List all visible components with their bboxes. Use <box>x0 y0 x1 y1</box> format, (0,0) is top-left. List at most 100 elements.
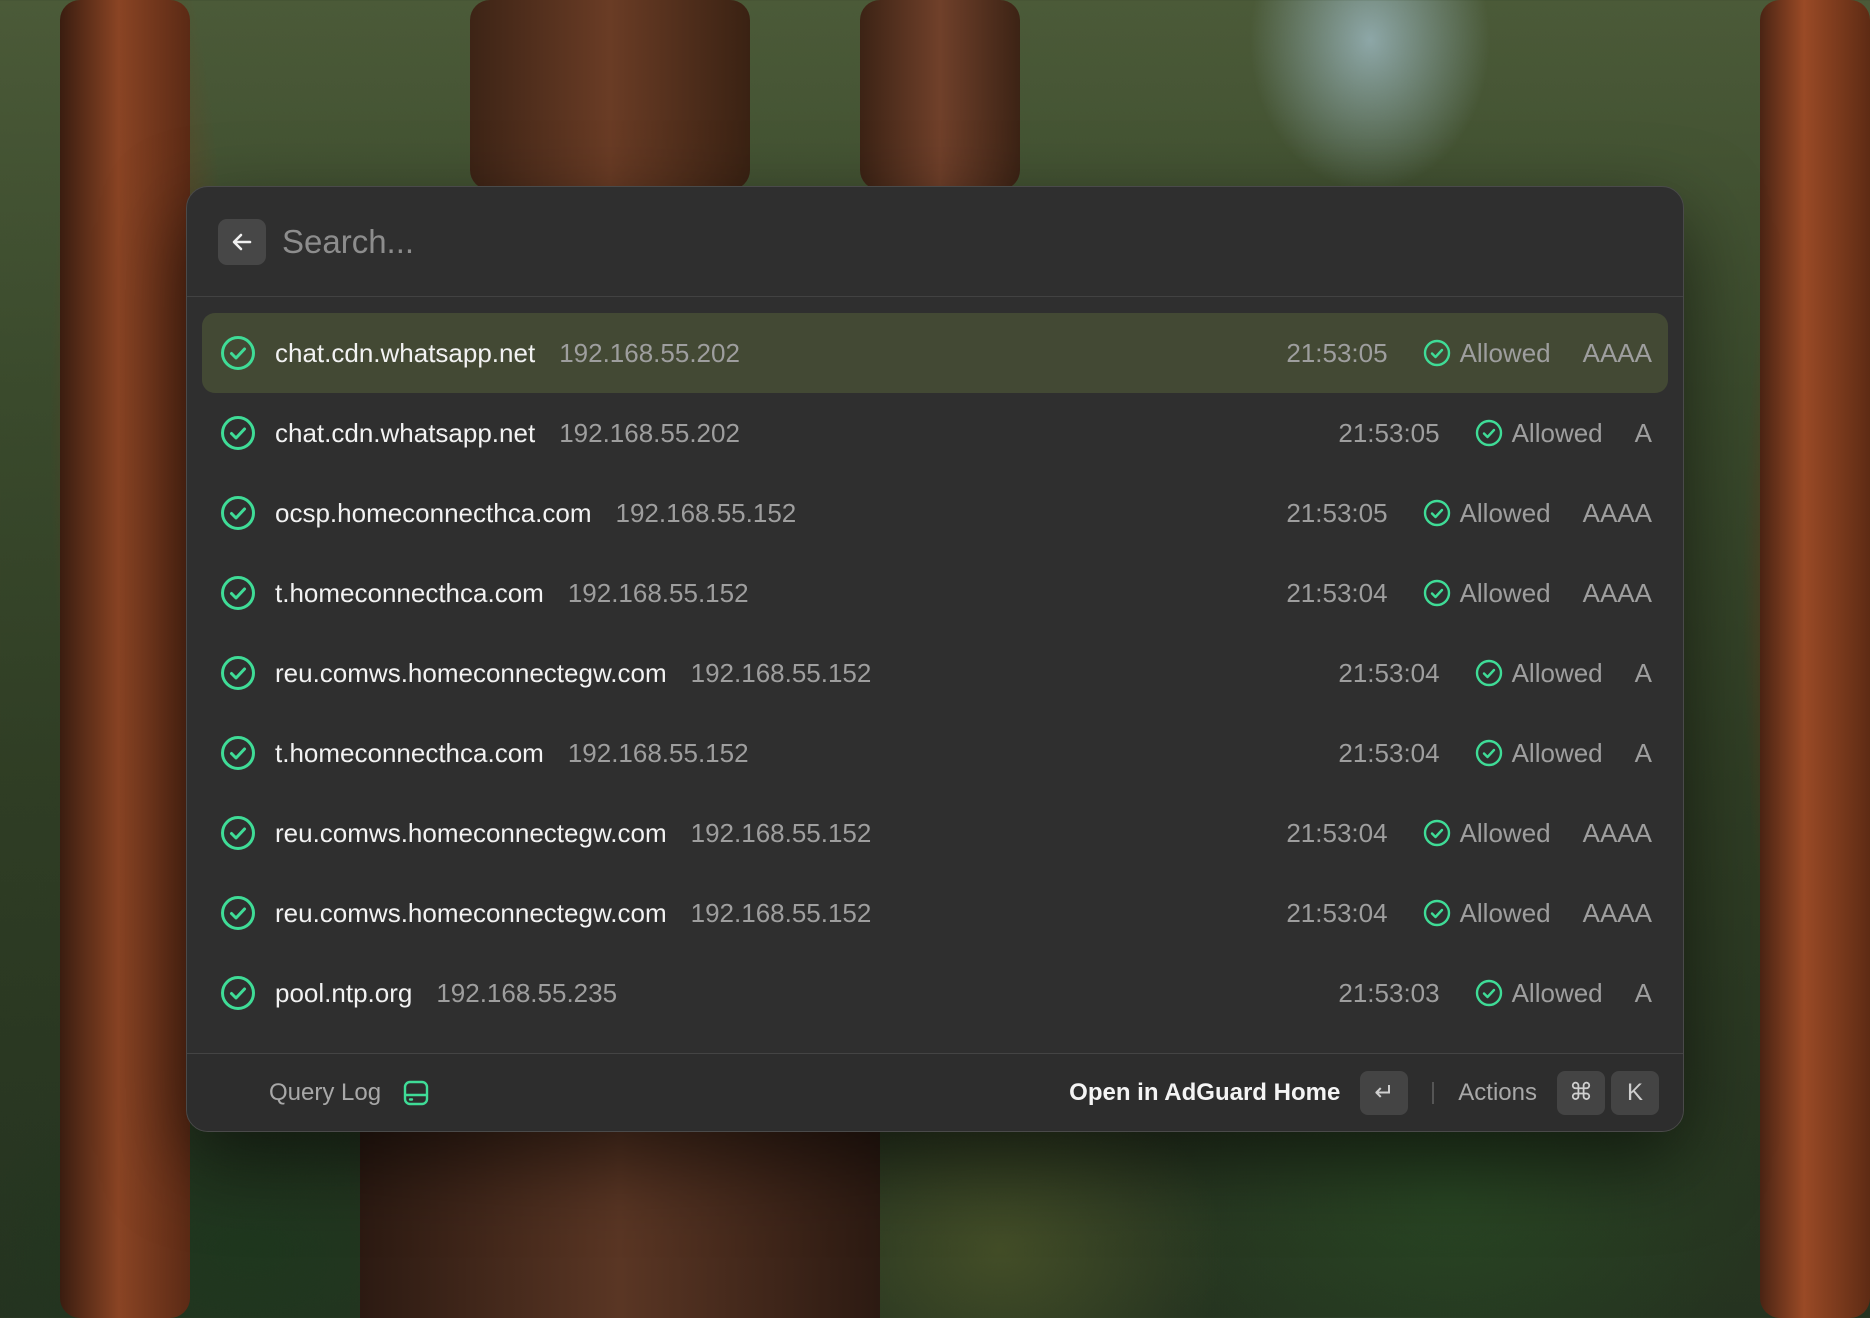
query-domain: reu.comws.homeconnectegw.com <box>275 657 667 688</box>
check-circle-icon <box>1474 418 1504 448</box>
open-in-adguard-button[interactable]: Open in AdGuard Home <box>1069 1079 1340 1107</box>
status-label: Allowed <box>1511 977 1603 1008</box>
check-circle-icon <box>219 814 257 852</box>
check-circle-icon <box>1422 578 1452 608</box>
record-type: AAAA <box>1582 577 1652 608</box>
query-domain: chat.cdn.whatsapp.net <box>275 337 536 368</box>
check-circle-icon <box>219 574 257 612</box>
status-badge: Allowed <box>1474 658 1603 689</box>
query-time: 21:53:03 <box>1338 977 1440 1008</box>
client-ip: 192.168.55.235 <box>436 977 618 1008</box>
record-type: AAAA <box>1582 497 1652 528</box>
launcher-window: chat.cdn.whatsapp.net 192.168.55.202 21:… <box>186 186 1684 1132</box>
check-circle-icon <box>1474 738 1504 768</box>
query-time: 21:53:04 <box>1338 737 1440 768</box>
command-key-icon: ⌘ <box>1557 1070 1605 1115</box>
record-type: A <box>1634 977 1652 1008</box>
query-row[interactable]: reu.comws.homeconnectegw.com 192.168.55.… <box>202 873 1668 953</box>
query-domain: ocsp.homeconnecthca.com <box>275 497 592 528</box>
search-input[interactable] <box>282 222 1382 261</box>
status-label: Allowed <box>1459 577 1551 608</box>
query-row[interactable]: reu.comws.homeconnectegw.com 192.168.55.… <box>202 633 1668 713</box>
arrow-left-icon <box>232 233 252 250</box>
return-key-icon: ↵ <box>1360 1070 1409 1115</box>
check-circle-icon <box>1422 338 1452 368</box>
actions-button[interactable]: Actions <box>1458 1079 1537 1107</box>
client-ip: 192.168.55.152 <box>690 817 872 848</box>
action-bar: Query Log Open in AdGuard Home ↵ Actions… <box>187 1053 1683 1131</box>
check-circle-icon <box>219 654 257 692</box>
query-row[interactable]: t.homeconnecthca.com 192.168.55.152 21:5… <box>202 713 1668 793</box>
check-circle-icon <box>219 494 257 532</box>
check-circle-icon <box>219 894 257 932</box>
client-ip: 192.168.55.202 <box>559 417 740 448</box>
query-time: 21:53:05 <box>1286 337 1388 368</box>
client-ip: 192.168.55.152 <box>567 577 749 608</box>
check-circle-icon <box>1422 498 1452 528</box>
client-ip: 192.168.55.152 <box>567 737 749 768</box>
background-tree <box>860 0 1020 190</box>
status-label: Allowed <box>1459 497 1551 528</box>
query-row[interactable]: chat.cdn.whatsapp.net 192.168.55.202 21:… <box>202 313 1668 393</box>
query-time: 21:53:04 <box>1286 897 1388 928</box>
back-button[interactable] <box>218 218 266 265</box>
hard-drive-icon <box>401 1078 431 1108</box>
record-type: AAAA <box>1582 817 1652 848</box>
status-badge: Allowed <box>1474 978 1603 1009</box>
query-time: 21:53:05 <box>1338 417 1440 448</box>
client-ip: 192.168.55.152 <box>615 497 797 528</box>
query-row[interactable]: ocsp.homeconnecthca.com 192.168.55.152 2… <box>202 473 1668 553</box>
footer-title: Query Log <box>269 1078 382 1106</box>
search-bar <box>187 187 1683 297</box>
background-tree <box>360 1130 880 1318</box>
query-time: 21:53:04 <box>1286 817 1388 848</box>
query-domain: pool.ntp.org <box>275 977 413 1008</box>
query-time: 21:53:05 <box>1286 497 1388 528</box>
check-circle-icon <box>219 974 257 1012</box>
status-label: Allowed <box>1459 817 1551 848</box>
query-row[interactable]: chat.cdn.whatsapp.net 192.168.55.202 21:… <box>202 393 1668 473</box>
status-badge: Allowed <box>1422 498 1551 529</box>
status-label: Allowed <box>1511 737 1603 768</box>
query-row[interactable]: t.homeconnecthca.com 192.168.55.152 21:5… <box>202 553 1668 633</box>
record-type: AAAA <box>1582 337 1652 368</box>
client-ip: 192.168.55.152 <box>690 897 872 928</box>
status-badge: Allowed <box>1422 578 1551 609</box>
check-circle-icon <box>219 734 257 772</box>
client-ip: 192.168.55.202 <box>559 337 740 368</box>
check-circle-icon <box>1422 818 1452 848</box>
background-tree <box>1760 0 1870 1318</box>
check-circle-icon <box>1422 898 1452 928</box>
status-badge: Allowed <box>1474 418 1603 449</box>
query-domain: t.homeconnecthca.com <box>275 577 544 608</box>
query-domain: reu.comws.homeconnectegw.com <box>275 897 667 928</box>
check-circle-icon <box>1474 978 1504 1008</box>
status-badge: Allowed <box>1422 338 1551 369</box>
query-time: 21:53:04 <box>1338 657 1440 688</box>
query-row[interactable]: pool.ntp.org 192.168.55.235 21:53:03 All… <box>202 953 1668 1033</box>
k-key-icon: K <box>1611 1070 1659 1115</box>
check-circle-icon <box>219 334 257 372</box>
divider <box>1432 1081 1435 1104</box>
query-time: 21:53:04 <box>1286 577 1388 608</box>
status-badge: Allowed <box>1474 738 1603 769</box>
background-tree <box>60 0 190 1318</box>
query-domain: t.homeconnecthca.com <box>275 737 544 768</box>
background-tree <box>470 0 750 190</box>
record-type: A <box>1634 417 1652 448</box>
status-badge: Allowed <box>1422 818 1551 849</box>
status-label: Allowed <box>1459 897 1551 928</box>
client-ip: 192.168.55.152 <box>690 657 872 688</box>
query-domain: reu.comws.homeconnectegw.com <box>275 817 667 848</box>
check-circle-icon <box>219 414 257 452</box>
query-list: chat.cdn.whatsapp.net 192.168.55.202 21:… <box>187 297 1683 1033</box>
status-badge: Allowed <box>1422 898 1551 929</box>
status-label: Allowed <box>1459 337 1551 368</box>
query-row[interactable]: reu.comws.homeconnectegw.com 192.168.55.… <box>202 793 1668 873</box>
query-domain: chat.cdn.whatsapp.net <box>275 417 536 448</box>
status-label: Allowed <box>1511 657 1603 688</box>
check-circle-icon <box>1474 658 1504 688</box>
record-type: A <box>1634 657 1652 688</box>
record-type: A <box>1634 737 1652 768</box>
record-type: AAAA <box>1582 897 1652 928</box>
